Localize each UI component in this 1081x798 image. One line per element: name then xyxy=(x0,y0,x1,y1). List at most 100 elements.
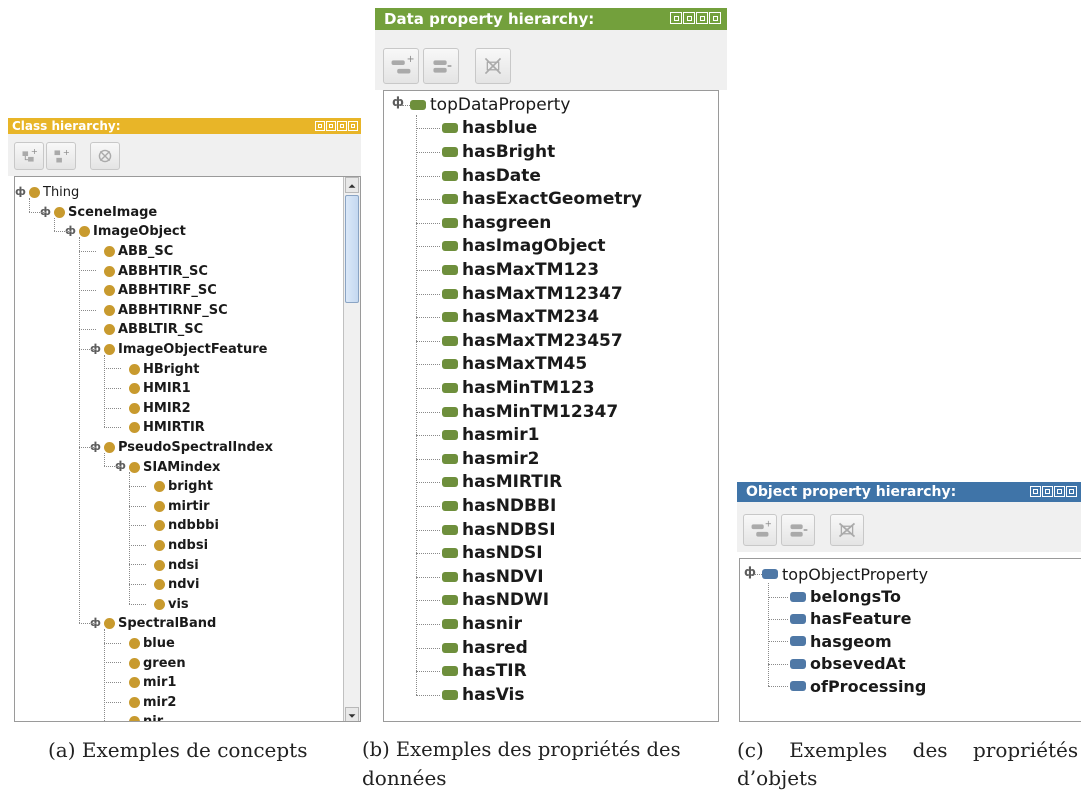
property-node-hasvis[interactable]: hasVis xyxy=(442,683,525,707)
add-sibling-class-icon[interactable]: + xyxy=(46,142,76,170)
class-node-spectralband[interactable]: SpectralBand xyxy=(104,614,216,634)
property-node-hasmaxtm234[interactable]: hasMaxTM234 xyxy=(442,305,599,329)
property-node-obsevedat[interactable]: obsevedAt xyxy=(790,653,906,675)
svg-text:+: + xyxy=(765,518,772,528)
class-icon xyxy=(129,422,140,434)
class-node-abbhtir_sc[interactable]: ABBHTIR_SC xyxy=(104,261,208,281)
pin-icon[interactable] xyxy=(1042,486,1053,497)
pin-icon[interactable] xyxy=(326,121,336,131)
property-node-hasblue[interactable]: hasblue xyxy=(442,117,537,141)
property-node-belongsto[interactable]: belongsTo xyxy=(790,585,901,607)
expand-toggle-icon[interactable]: ф xyxy=(392,96,404,108)
close-icon[interactable] xyxy=(1066,486,1077,497)
close-icon[interactable] xyxy=(348,121,358,131)
property-node-hasmaxtm12347[interactable]: hasMaxTM12347 xyxy=(442,282,623,306)
class-node-mirtir[interactable]: mirtir xyxy=(154,497,210,517)
maximize-icon[interactable] xyxy=(337,121,347,131)
property-node-hasndsi[interactable]: hasNDSI xyxy=(442,541,543,565)
property-node-hasdate[interactable]: hasDate xyxy=(442,164,541,188)
add-sibling-property-icon[interactable] xyxy=(423,48,459,84)
class-node-green[interactable]: green xyxy=(129,653,186,673)
class-node-abb_sc[interactable]: ABB_SC xyxy=(104,242,173,262)
class-node-hbright[interactable]: HBright xyxy=(129,359,199,379)
class-node-abbhtirnf_sc[interactable]: ABBHTIRNF_SC xyxy=(104,301,228,321)
add-subclass-icon[interactable]: + xyxy=(14,142,44,170)
property-node-hasfeature[interactable]: hasFeature xyxy=(790,608,911,630)
class-node-bright[interactable]: bright xyxy=(154,477,213,497)
class-node-hmirtir[interactable]: HMIRTIR xyxy=(129,418,205,438)
tree-connector xyxy=(29,211,46,213)
maximize-icon[interactable] xyxy=(696,12,708,24)
delete-class-icon[interactable] xyxy=(90,142,120,170)
property-node-hasndbbi[interactable]: hasNDBBI xyxy=(442,494,556,518)
maximize-icon[interactable] xyxy=(1054,486,1065,497)
class-node-ndbsi[interactable]: ndbsi xyxy=(154,536,208,556)
class-node-hmir2[interactable]: HMIR2 xyxy=(129,399,191,419)
expand-toggle-icon[interactable]: ф xyxy=(744,566,756,578)
property-node-hasmaxtm45[interactable]: hasMaxTM45 xyxy=(442,353,587,377)
class-hierarchy-title: Class hierarchy: xyxy=(12,119,121,133)
class-node-abbltir_sc[interactable]: ABBLTIR_SC xyxy=(104,320,203,340)
view-options-icon[interactable] xyxy=(670,12,682,24)
class-node-hmir1[interactable]: HMIR1 xyxy=(129,379,191,399)
property-node-hasmaxtm123[interactable]: hasMaxTM123 xyxy=(442,258,599,282)
property-node-hasmir2[interactable]: hasmir2 xyxy=(442,447,539,471)
close-icon[interactable] xyxy=(709,12,721,24)
class-node-blue[interactable]: blue xyxy=(129,634,175,654)
class-node-imageobjectfeature[interactable]: ImageObjectFeature xyxy=(104,340,267,360)
scroll-up-arrow[interactable] xyxy=(345,177,359,193)
class-node-ndbbbi[interactable]: ndbbbi xyxy=(154,516,219,536)
property-node-hasbright[interactable]: hasBright xyxy=(442,140,555,164)
property-node-hasnir[interactable]: hasnir xyxy=(442,612,522,636)
property-node-hasexactgeometry[interactable]: hasExactGeometry xyxy=(442,187,642,211)
property-node-hasndvi[interactable]: hasNDVI xyxy=(442,565,544,589)
class-node-mir2[interactable]: mir2 xyxy=(129,693,176,713)
property-label: hasMaxTM12347 xyxy=(462,283,623,304)
class-label: ImageObjectFeature xyxy=(118,342,268,358)
class-node-mir1[interactable]: mir1 xyxy=(129,673,176,693)
property-node-hasgreen[interactable]: hasgreen xyxy=(442,211,551,235)
class-label: HMIR2 xyxy=(143,400,191,416)
property-label: topDataProperty xyxy=(430,94,571,115)
class-tree-scrollbar[interactable] xyxy=(343,177,360,721)
add-sub-property-icon[interactable]: + xyxy=(383,48,419,84)
property-node-hasndbsi[interactable]: hasNDBSI xyxy=(442,518,556,542)
property-root-topdataproperty[interactable]: topDataProperty xyxy=(410,93,570,117)
property-node-hasmir1[interactable]: hasmir1 xyxy=(442,423,539,447)
pin-icon[interactable] xyxy=(683,12,695,24)
add-sibling-property-icon[interactable] xyxy=(781,514,815,546)
property-node-hasmirtir[interactable]: hasMIRTIR xyxy=(442,471,562,495)
expand-toggle-icon[interactable]: ф xyxy=(15,186,26,198)
scroll-thumb[interactable] xyxy=(345,195,359,303)
class-node-ndsi[interactable]: ndsi xyxy=(154,555,199,575)
property-node-ofprocessing[interactable]: ofProcessing xyxy=(790,675,926,697)
view-options-icon[interactable] xyxy=(315,121,325,131)
class-node-thing[interactable]: Thing xyxy=(29,183,79,203)
class-label: HMIR1 xyxy=(143,381,191,397)
class-node-pseudospectralindex[interactable]: PseudoSpectralIndex xyxy=(104,438,273,458)
property-node-hasmintm123[interactable]: hasMinTM123 xyxy=(442,376,595,400)
delete-property-icon[interactable] xyxy=(475,48,511,84)
class-node-imageobject[interactable]: ImageObject xyxy=(79,222,186,242)
class-icon xyxy=(104,285,115,297)
class-node-vis[interactable]: vis xyxy=(154,595,189,615)
add-sub-property-icon[interactable]: + xyxy=(743,514,777,546)
scroll-down-arrow[interactable] xyxy=(345,707,359,721)
property-root-topobjectproperty[interactable]: topObjectProperty xyxy=(762,563,928,585)
delete-property-icon[interactable] xyxy=(830,514,864,546)
property-node-hasimagobject[interactable]: hasImagObject xyxy=(442,235,606,259)
property-node-hasmaxtm23457[interactable]: hasMaxTM23457 xyxy=(442,329,623,353)
view-options-icon[interactable] xyxy=(1030,486,1041,497)
tree-connector xyxy=(768,596,788,598)
class-node-nir[interactable]: nir xyxy=(129,712,163,721)
property-node-hasgeom[interactable]: hasgeom xyxy=(790,630,892,652)
class-node-ndvi[interactable]: ndvi xyxy=(154,575,200,595)
property-node-hastir[interactable]: hasTIR xyxy=(442,659,527,683)
class-node-abbhtirf_sc[interactable]: ABBHTIRF_SC xyxy=(104,281,217,301)
property-node-hasndwi[interactable]: hasNDWI xyxy=(442,589,549,613)
property-node-hasred[interactable]: hasred xyxy=(442,636,528,660)
property-node-hasmintm12347[interactable]: hasMinTM12347 xyxy=(442,400,618,424)
class-node-sceneimage[interactable]: SceneImage xyxy=(54,203,157,223)
tree-connector xyxy=(416,600,440,602)
class-node-siamindex[interactable]: SIAMindex xyxy=(129,457,220,477)
